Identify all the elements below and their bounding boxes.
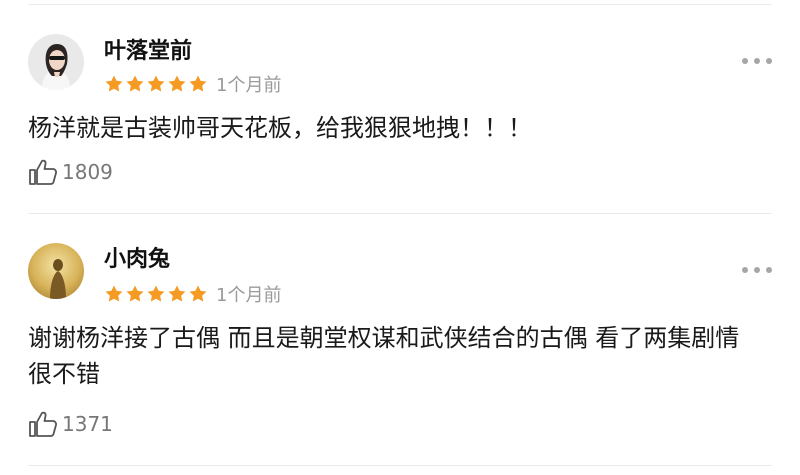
more-options-icon[interactable]: [742, 265, 772, 275]
username[interactable]: 叶落堂前: [104, 38, 192, 66]
star-rating: [104, 284, 208, 304]
avatar[interactable]: [28, 34, 84, 90]
more-options-icon[interactable]: [742, 56, 772, 66]
like-count: 1809: [62, 160, 113, 184]
like-button[interactable]: 1371: [28, 410, 113, 438]
star-icon: [147, 285, 165, 302]
username[interactable]: 小肉兔: [104, 246, 170, 274]
star-icon: [189, 75, 207, 92]
star-rating: [104, 74, 208, 94]
star-icon: [168, 285, 186, 302]
comment-text: 杨洋就是古装帅哥天花板，给我狠狠地拽！！！: [28, 114, 532, 142]
star-icon: [168, 75, 186, 92]
star-icon: [105, 75, 123, 92]
thumbs-up-icon: [29, 411, 57, 437]
star-icon: [105, 285, 123, 302]
comment-meta: 1个月前: [104, 283, 282, 306]
divider: [28, 465, 772, 466]
like-button[interactable]: 1809: [28, 158, 113, 186]
star-icon: [147, 75, 165, 92]
comment-text: 谢谢杨洋接了古偶 而且是朝堂权谋和武侠结合的古偶 看了两集剧情很不错: [28, 324, 740, 388]
star-icon: [126, 75, 144, 92]
star-icon: [126, 285, 144, 302]
comment-meta: 1个月前: [104, 73, 282, 96]
avatar[interactable]: [28, 243, 84, 299]
comment-time: 1个月前: [216, 285, 282, 306]
thumbs-up-icon: [29, 159, 57, 185]
divider: [28, 213, 772, 214]
divider-top: [28, 4, 772, 5]
comment-time: 1个月前: [216, 75, 282, 96]
star-icon: [189, 285, 207, 302]
like-count: 1371: [62, 412, 113, 436]
